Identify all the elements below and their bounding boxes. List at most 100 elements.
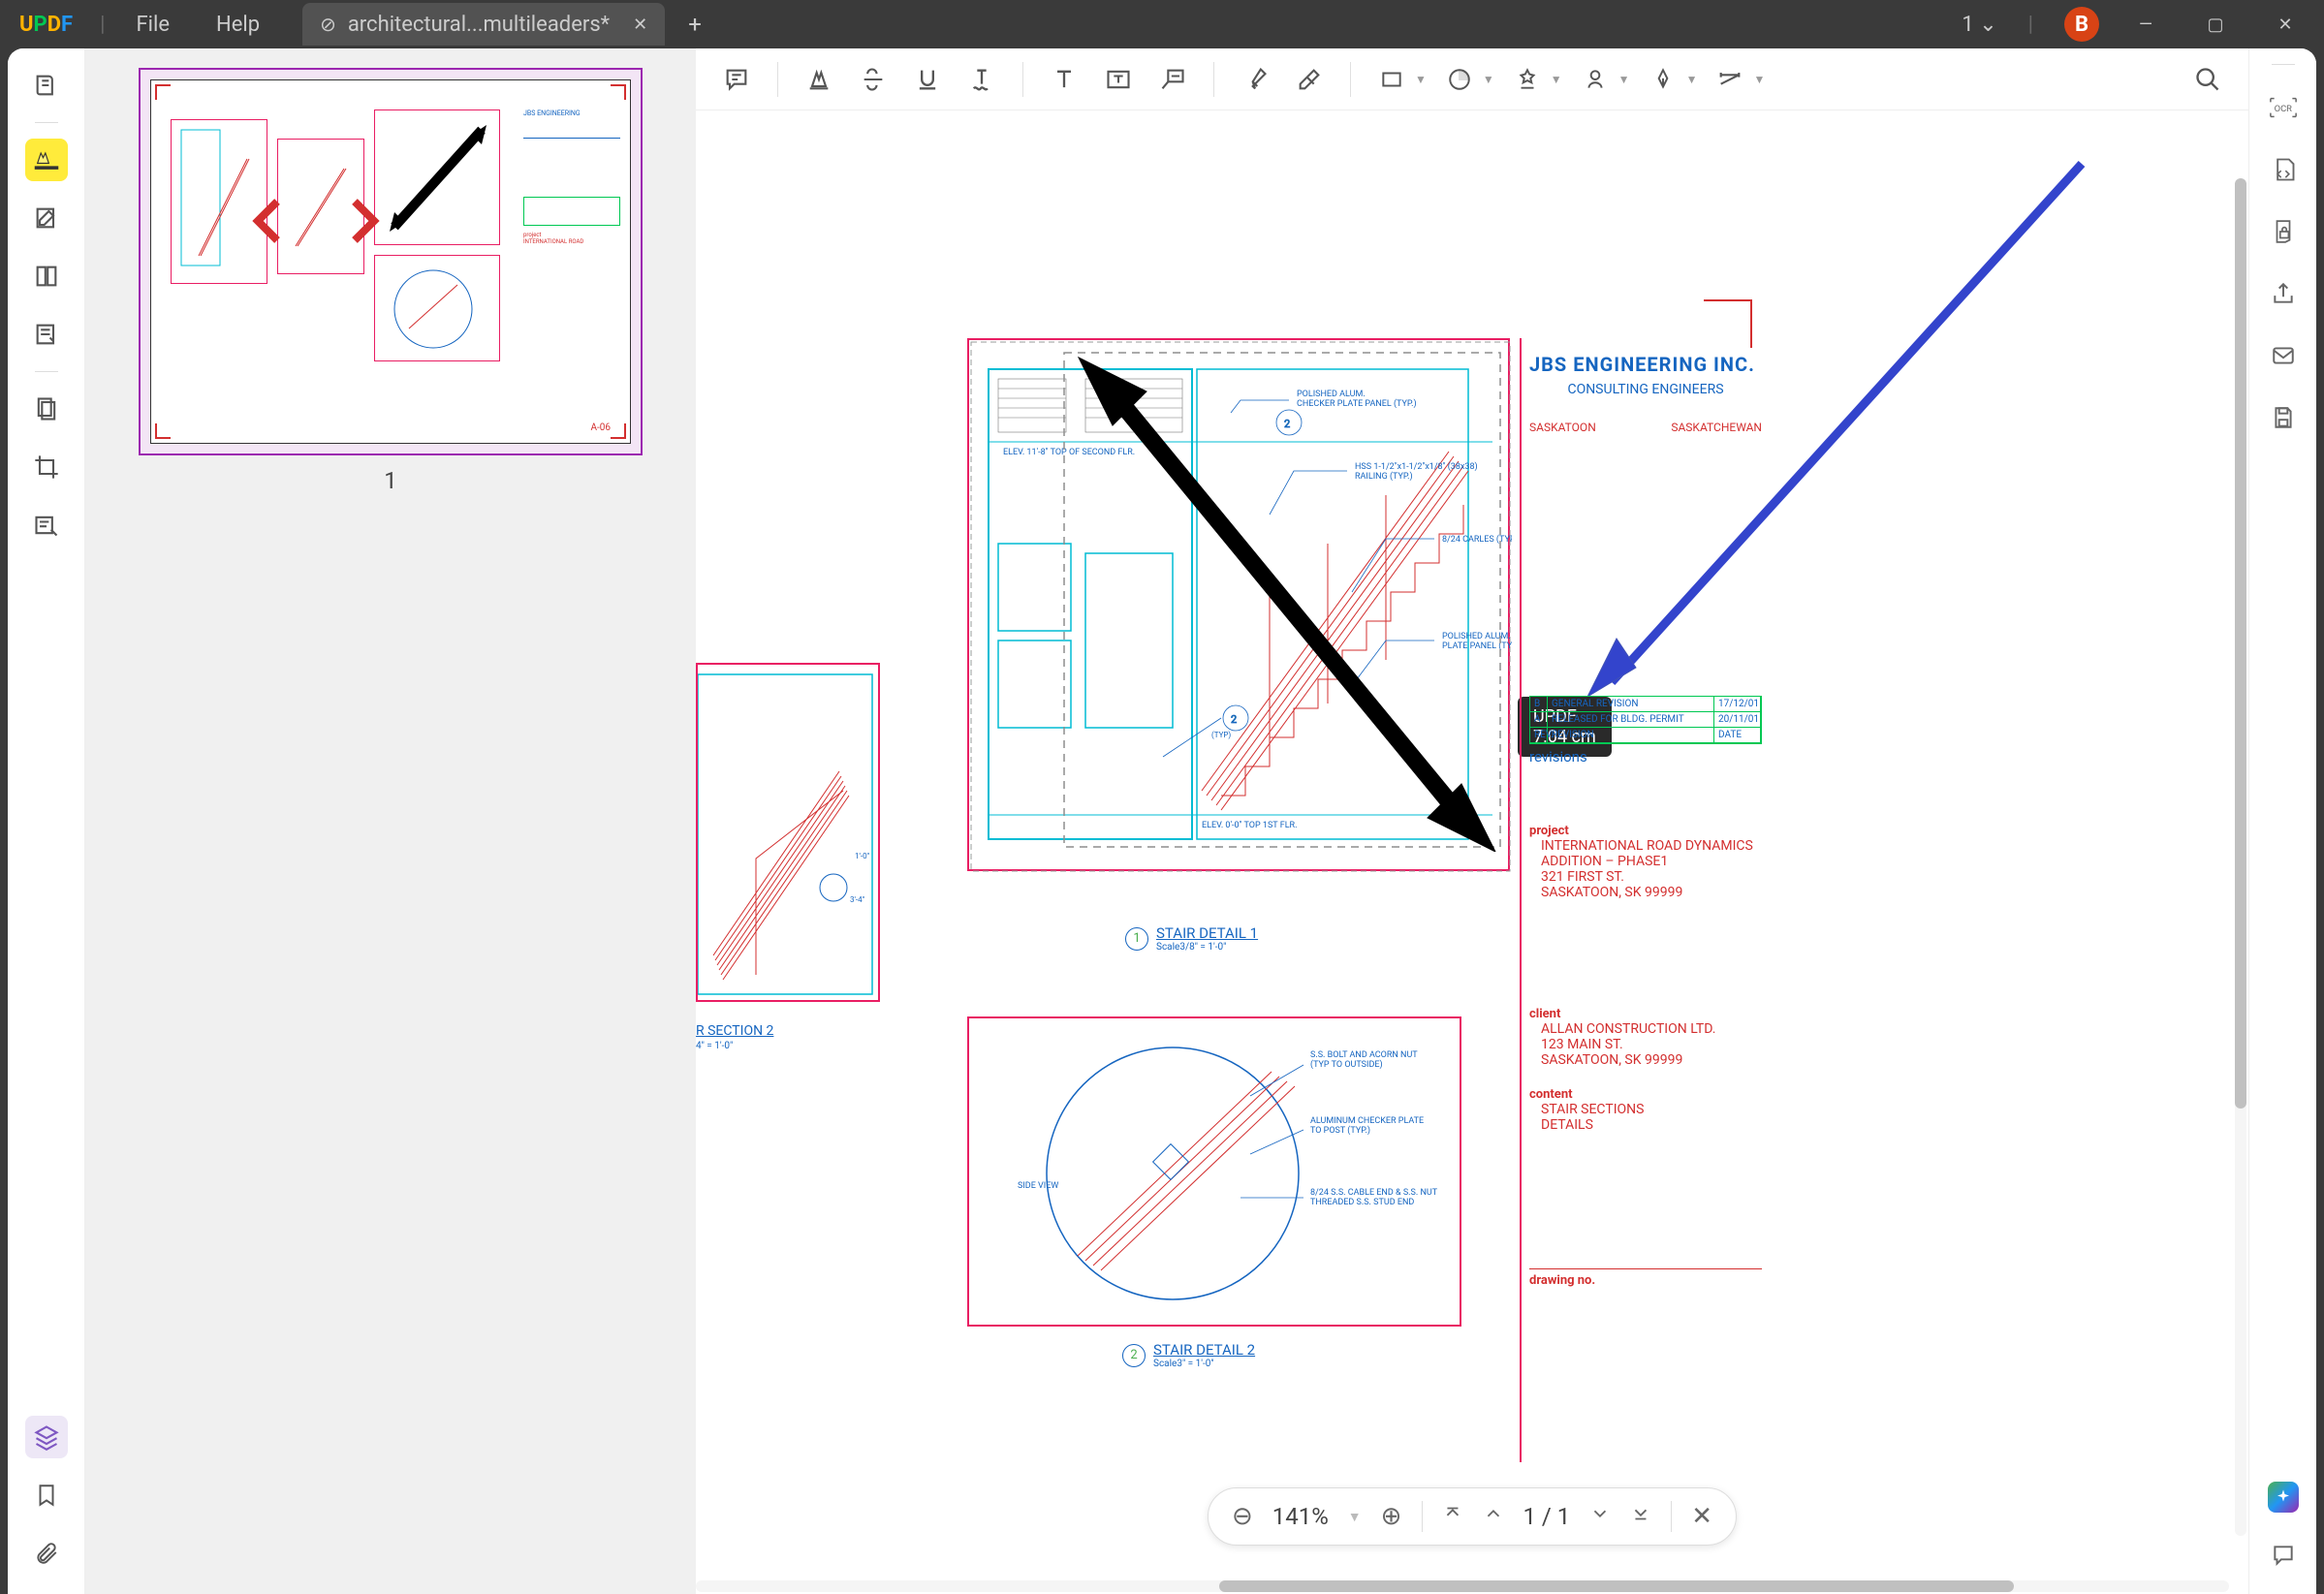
- svg-text:1'-0": 1'-0": [855, 852, 870, 860]
- prev-page-icon[interactable]: [1482, 1502, 1503, 1531]
- page-indicator[interactable]: 1 / 1: [1523, 1503, 1570, 1530]
- page-content: 3'-4" 1'-0" R SECTION 2 4" = 1'-0": [696, 110, 2130, 1545]
- ocr-icon[interactable]: OCR: [2264, 88, 2303, 127]
- user-avatar[interactable]: B: [2064, 7, 2099, 42]
- share-icon[interactable]: [2264, 274, 2303, 313]
- reader-mode-icon[interactable]: [25, 64, 68, 107]
- svg-text:3'-4": 3'-4": [850, 895, 865, 904]
- vertical-scrollbar[interactable]: [2235, 178, 2246, 1536]
- close-button[interactable]: ✕: [2262, 7, 2308, 42]
- next-page-icon[interactable]: [1589, 1502, 1611, 1531]
- first-page-icon[interactable]: [1441, 1502, 1462, 1531]
- annotation-toolbar: ▼ ▼ ▼ ▼ ▼ ▼: [696, 48, 2248, 110]
- separator: [1671, 1501, 1672, 1532]
- svg-text:TO POST (TYP.): TO POST (TYP.): [1310, 1125, 1370, 1136]
- protect-icon[interactable]: [2264, 212, 2303, 251]
- signature-dropdown[interactable]: ▼: [1574, 58, 1630, 101]
- app-logo: UPDF: [0, 13, 92, 37]
- drawing-label: STAIR DETAIL 2: [1153, 1341, 1255, 1359]
- shape-dropdown[interactable]: ▼: [1370, 58, 1427, 101]
- window-count[interactable]: 1 ⌄: [1962, 13, 1996, 37]
- document-tab[interactable]: ⊘ architectural...multileaders* ✕: [302, 3, 665, 46]
- svg-text:(TYP TO OUTSIDE): (TYP TO OUTSIDE): [1310, 1059, 1383, 1070]
- document-area: ▼ ▼ ▼ ▼ ▼ ▼ 3'-4": [696, 48, 2248, 1594]
- separator: [1350, 62, 1351, 97]
- menu-file[interactable]: File: [112, 13, 193, 37]
- rectangle-icon: [1370, 58, 1413, 101]
- comment-mode-icon[interactable]: [25, 139, 68, 181]
- text-icon[interactable]: [1043, 58, 1085, 101]
- sticker-dropdown[interactable]: ▼: [1438, 58, 1494, 101]
- tab-close-icon[interactable]: ✕: [633, 15, 647, 35]
- convert-icon[interactable]: [2264, 150, 2303, 189]
- tab-title: architectural...multileaders*: [348, 13, 610, 37]
- scrollbar-thumb[interactable]: [2235, 178, 2246, 1109]
- zoom-in-icon[interactable]: ⊕: [1381, 1502, 1402, 1531]
- page-thumbnail[interactable]: JBS ENGINEERING projectINTERNATIONAL ROA…: [139, 68, 643, 455]
- scrollbar-thumb[interactable]: [1219, 1580, 2014, 1592]
- document-canvas[interactable]: 3'-4" 1'-0" R SECTION 2 4" = 1'-0": [696, 110, 2248, 1594]
- form-mode-icon[interactable]: [25, 313, 68, 356]
- save-icon[interactable]: [2264, 398, 2303, 437]
- zoom-value[interactable]: 141%: [1272, 1503, 1329, 1530]
- textbox-icon[interactable]: [1097, 58, 1140, 101]
- divider: |: [2028, 13, 2033, 37]
- last-page-icon[interactable]: [1630, 1502, 1651, 1531]
- callout-icon[interactable]: [1151, 58, 1194, 101]
- separator: [35, 371, 58, 372]
- drawing-scale: Scale3/8" = 1'-0": [1156, 942, 1258, 953]
- no-edit-icon: ⊘: [320, 13, 336, 36]
- email-icon[interactable]: [2264, 336, 2303, 375]
- separator: [2272, 64, 2295, 65]
- drawing-scale: 4" = 1'-0": [696, 1041, 733, 1051]
- menu-help[interactable]: Help: [193, 13, 283, 37]
- pen-icon: [1642, 58, 1684, 101]
- separator: [35, 122, 58, 123]
- horizontal-scrollbar[interactable]: [696, 1580, 2229, 1592]
- titlebar: UPDF | File Help ⊘ architectural...multi…: [0, 0, 2324, 48]
- drawing-scale: Scale3" = 1'-0": [1153, 1359, 1255, 1369]
- chat-icon[interactable]: [2264, 1536, 2303, 1575]
- drawing-label: STAIR DETAIL 1: [1156, 924, 1258, 942]
- zoom-dropdown-icon[interactable]: ▼: [1348, 1509, 1362, 1525]
- search-icon[interactable]: [2186, 58, 2229, 101]
- underline-icon[interactable]: [906, 58, 949, 101]
- redact-icon[interactable]: [25, 504, 68, 547]
- new-tab-button[interactable]: +: [688, 11, 702, 38]
- page-tools-icon[interactable]: [25, 388, 68, 430]
- pencil-icon[interactable]: [1234, 58, 1276, 101]
- stamp-dropdown[interactable]: ▼: [1506, 58, 1562, 101]
- layers-icon[interactable]: [25, 1416, 68, 1458]
- svg-text:SIDE VIEW: SIDE VIEW: [1018, 1181, 1058, 1191]
- svg-text:ALUMINUM CHECKER PLATE: ALUMINUM CHECKER PLATE: [1310, 1116, 1424, 1126]
- sticker-icon: [1438, 58, 1481, 101]
- redact-dropdown[interactable]: ▼: [1642, 58, 1698, 101]
- measure-dropdown[interactable]: ▼: [1709, 58, 1765, 101]
- eraser-icon[interactable]: [1288, 58, 1331, 101]
- separator: [1421, 1501, 1422, 1532]
- edit-mode-icon[interactable]: [25, 197, 68, 239]
- measure-line-annotation[interactable]: [1059, 348, 1505, 852]
- squiggly-icon[interactable]: [960, 58, 1003, 101]
- ai-assistant-icon[interactable]: [2264, 1478, 2303, 1516]
- organize-mode-icon[interactable]: [25, 255, 68, 297]
- divider: |: [100, 13, 105, 37]
- crop-icon[interactable]: [25, 446, 68, 488]
- highlight-icon[interactable]: [798, 58, 840, 101]
- close-bar-icon[interactable]: ✕: [1691, 1502, 1712, 1531]
- bookmark-icon[interactable]: [25, 1474, 68, 1516]
- svg-text:8/24 S.S. CABLE END & S.S. NUT: 8/24 S.S. CABLE END & S.S. NUT: [1310, 1188, 1438, 1198]
- comment-icon[interactable]: [715, 58, 758, 101]
- detail-bubble: 2: [1122, 1344, 1146, 1367]
- svg-text:OCR: OCR: [2274, 104, 2292, 114]
- thumbnail-panel: JBS ENGINEERING projectINTERNATIONAL ROA…: [85, 48, 696, 1594]
- drawing-label: R SECTION 2: [696, 1023, 773, 1039]
- attachment-icon[interactable]: [25, 1532, 68, 1575]
- stamp-icon: [1506, 58, 1549, 101]
- title-block: JBS ENGINEERING INC. CONSULTING ENGINEER…: [1529, 353, 1762, 1288]
- signature-icon: [1574, 58, 1617, 101]
- strikethrough-icon[interactable]: [852, 58, 895, 101]
- maximize-button[interactable]: ▢: [2192, 7, 2239, 42]
- zoom-out-icon[interactable]: ⊖: [1232, 1502, 1253, 1531]
- minimize-button[interactable]: —: [2122, 7, 2169, 42]
